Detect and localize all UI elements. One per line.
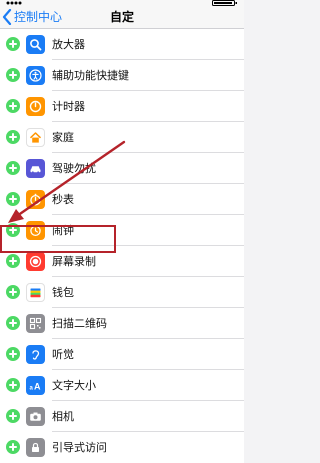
signal-icon [6,1,22,5]
qr-code-icon [26,314,45,333]
car-icon [26,159,45,178]
list-item-label: 辅助功能快捷键 [52,69,129,82]
add-icon[interactable] [6,316,20,330]
accessibility-icon [26,66,45,85]
home-icon [26,128,45,147]
svg-text:A: A [34,382,41,392]
camera-icon [26,407,45,426]
add-icon[interactable] [6,347,20,361]
list-item-accessibility-shortcut[interactable]: 辅助功能快捷键 [0,60,244,91]
add-icon[interactable] [6,192,20,206]
stopwatch-icon [26,190,45,209]
list-item-home[interactable]: 家庭 [0,122,244,153]
list-item-text-size[interactable]: aA 文字大小 [0,370,244,401]
add-icon[interactable] [6,254,20,268]
lock-icon [26,438,45,457]
list-item-driving-dnd[interactable]: 驾驶勿扰 [0,153,244,184]
list-item-label: 放大器 [52,38,85,51]
list-item-stopwatch[interactable]: 秒表 [0,184,244,215]
list-item-label: 秒表 [52,193,74,206]
list-item-label: 文字大小 [52,379,96,392]
add-icon[interactable] [6,161,20,175]
timer-icon [26,97,45,116]
list-item-label: 听觉 [52,348,74,361]
add-icon[interactable] [6,99,20,113]
list-item-label: 扫描二维码 [52,317,107,330]
list-item-magnifier[interactable]: 放大器 [0,29,244,60]
list-item-label: 计时器 [52,100,85,113]
list-item-hearing[interactable]: 听觉 [0,339,244,370]
add-icon[interactable] [6,440,20,454]
list-item-label: 家庭 [52,131,74,144]
add-icon[interactable] [6,37,20,51]
screen-record-icon [26,252,45,271]
list-item-label: 驾驶勿扰 [52,162,96,175]
list-item-timer[interactable]: 计时器 [0,91,244,122]
add-icon[interactable] [6,130,20,144]
list-item-wallet[interactable]: 钱包 [0,277,244,308]
list-item-label: 引导式访问 [52,441,107,454]
add-icon[interactable] [6,68,20,82]
highlight-box [0,225,116,253]
add-icon[interactable] [6,378,20,392]
add-icon[interactable] [6,285,20,299]
list-item-label: 相机 [52,410,74,423]
svg-text:a: a [30,386,34,392]
list-item-qr-scanner[interactable]: 扫描二维码 [0,308,244,339]
wallet-icon [26,283,45,302]
list-item-label: 钱包 [52,286,74,299]
list-item-camera[interactable]: 相机 [0,401,244,432]
ear-icon [26,345,45,364]
list-item-guided-access[interactable]: 引导式访问 [0,432,244,463]
add-icon[interactable] [6,409,20,423]
navigation-bar: 控制中心 自定 [0,6,244,29]
text-size-icon: aA [26,376,45,395]
page-title: 自定 [109,10,134,24]
magnifier-icon [26,35,45,54]
